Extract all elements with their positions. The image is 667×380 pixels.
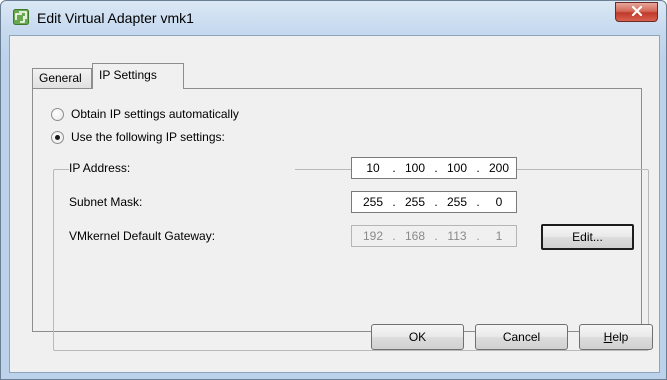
edit-gateway-button-label: Edit... [572,230,603,244]
subnet-mask-field[interactable]: 255 . 255 . 255 . 0 [351,191,517,213]
gateway-octet: 1 [495,229,503,243]
help-button[interactable]: Help [579,324,653,350]
ok-button-label: OK [408,330,427,344]
cancel-button[interactable]: Cancel [475,324,568,350]
subnet-octet[interactable]: 0 [482,195,516,209]
radio-use-following[interactable] [51,131,64,144]
tab-ip-settings[interactable]: IP Settings [92,63,184,89]
tab-general[interactable]: General [32,68,92,88]
subnet-octet[interactable]: 255 [440,195,474,209]
ip-separator: . [476,161,480,175]
edit-gateway-button[interactable]: Edit... [541,224,634,250]
tab-ip-settings-label: IP Settings [99,68,157,82]
dialog-body: General IP Settings Obtain IP settings a… [9,35,660,373]
subnet-octet[interactable]: 255 [356,195,390,209]
help-rest: elp [612,330,629,344]
tab-general-label: General [39,71,82,85]
ip-separator: . [434,195,438,209]
window-title: Edit Virtual Adapter vmk1 [37,10,194,26]
dialog-window: Edit Virtual Adapter vmk1 General IP Set… [0,0,667,380]
ip-separator: . [434,161,438,175]
gateway-octet: 168 [404,229,426,243]
ip-separator: . [476,195,480,209]
gateway-octet: 192 [362,229,384,243]
ip-octet[interactable]: 200 [482,161,516,175]
gateway-field: 192 . 168 . 113 . 1 [351,225,517,247]
ip-settings-panel: Obtain IP settings automatically Use the… [32,88,649,351]
radio-obtain-automatically[interactable] [51,108,64,121]
ok-button[interactable]: OK [371,324,464,350]
ip-octet[interactable]: 100 [440,161,474,175]
ip-separator: . [392,229,396,243]
close-icon [631,5,643,20]
radio-obtain-automatically-label[interactable]: Obtain IP settings automatically [71,107,239,121]
gateway-octet: 113 [447,229,467,243]
ip-octet[interactable]: 100 [398,161,432,175]
subnet-mask-label: Subnet Mask: [69,195,143,209]
help-button-label: Help [604,330,629,344]
ip-address-field[interactable]: 10 . 100 . 100 . 200 [351,157,517,179]
ip-separator: . [392,161,396,175]
ip-octet[interactable]: 10 [356,161,390,175]
subnet-octet[interactable]: 255 [398,195,432,209]
vmware-app-icon [13,9,29,25]
cancel-button-label: Cancel [502,330,541,344]
radio-use-following-label[interactable]: Use the following IP settings: [71,130,225,144]
gateway-label: VMkernel Default Gateway: [69,229,216,243]
ip-separator: . [434,229,438,243]
close-button[interactable] [615,2,658,22]
ip-separator: . [476,229,480,243]
ip-address-label: IP Address: [69,161,131,175]
ip-separator: . [392,195,396,209]
